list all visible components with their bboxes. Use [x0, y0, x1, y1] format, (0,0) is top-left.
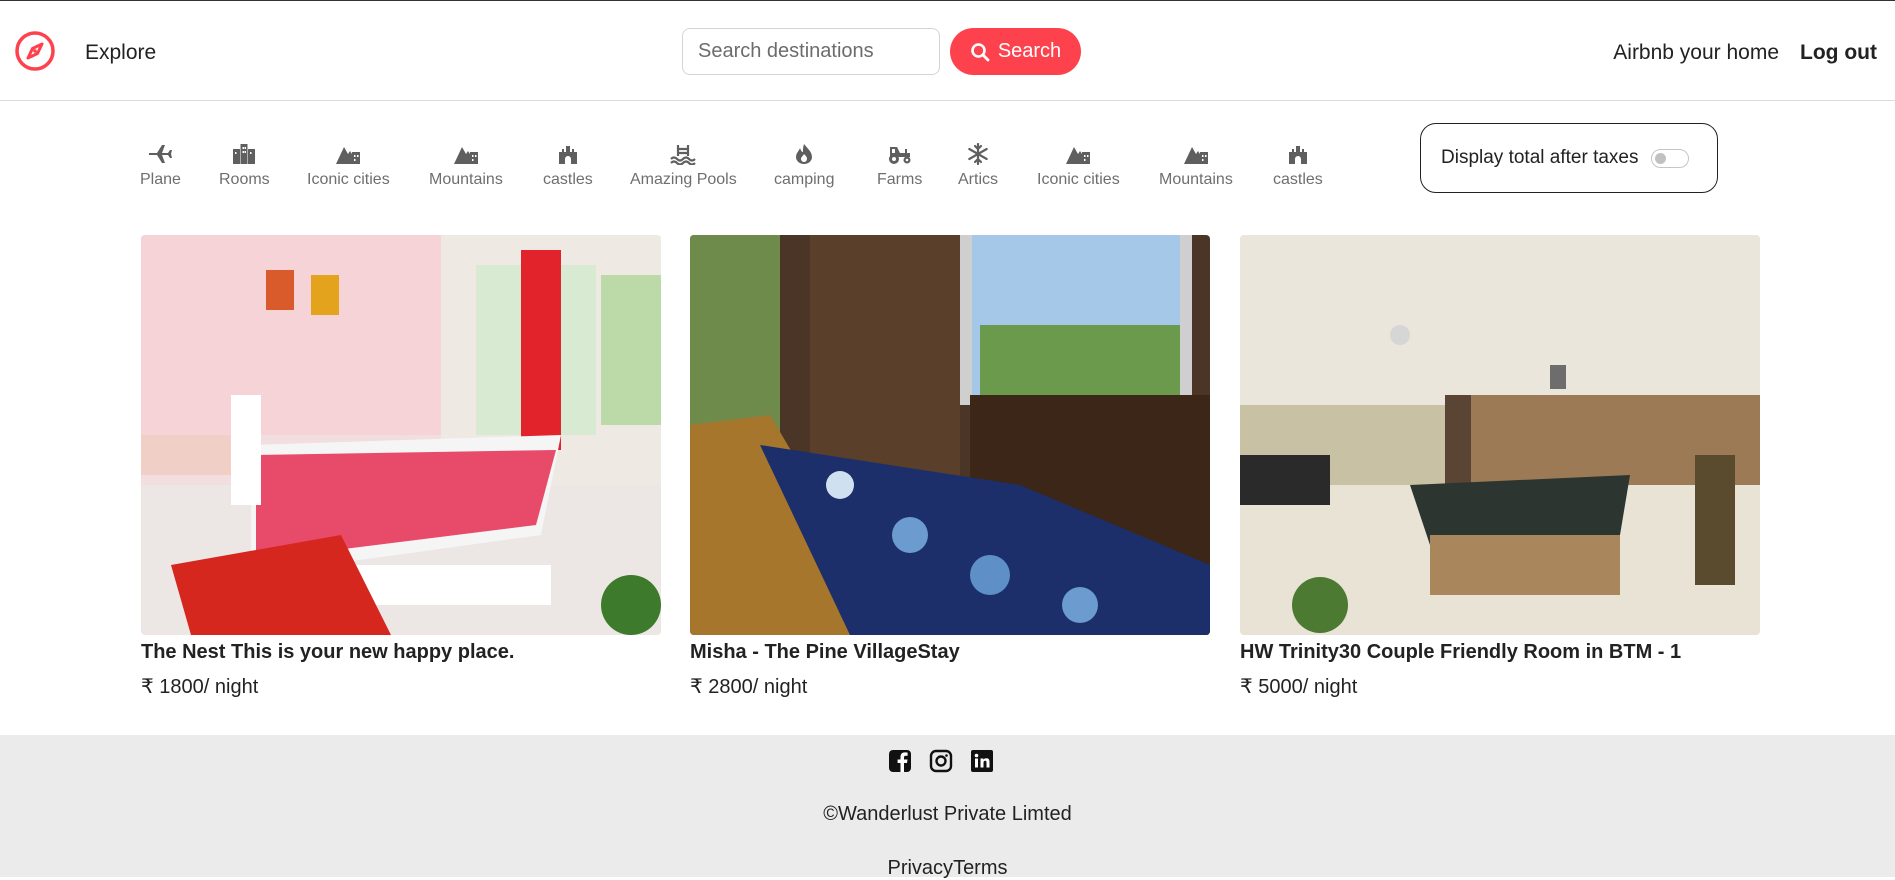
nav-explore-link[interactable]: Explore: [85, 41, 156, 65]
filter-plane[interactable]: Plane: [140, 143, 181, 189]
filter-iconic-cities[interactable]: Iconic cities: [307, 143, 390, 189]
listing-title: Misha - The Pine VillageStay: [690, 641, 960, 663]
switch-knob: [1655, 152, 1667, 164]
tax-toggle-switch[interactable]: [1651, 148, 1690, 168]
footer: ©Wanderlust Private Limted PrivacyTerms: [0, 735, 1895, 879]
listing-price: ₹ 1800/ night: [141, 676, 259, 698]
plane-icon: [149, 145, 173, 163]
logout-link[interactable]: Log out: [1800, 41, 1877, 65]
tractor-icon: [888, 147, 911, 164]
filter-rooms[interactable]: Rooms: [219, 143, 270, 189]
filter-camping[interactable]: camping: [774, 143, 834, 189]
filter-farms[interactable]: Farms: [877, 143, 922, 189]
search-button-label: Search: [997, 40, 1062, 62]
listing-image[interactable]: [141, 235, 661, 635]
nav-right-links: Airbnb your home Log out: [1613, 41, 1877, 65]
listing-card[interactable]: HW Trinity30 Couple Friendly Room in BTM…: [1240, 235, 1760, 699]
copyright-text: ©Wanderlust Private Limted: [823, 803, 1072, 825]
snowflake-icon: [968, 143, 988, 165]
social-links: [888, 749, 994, 773]
search-input[interactable]: [682, 28, 940, 75]
filter-artics[interactable]: Artics: [958, 143, 998, 189]
mountain-city-icon: [1183, 147, 1208, 164]
filter-mountains[interactable]: Mountains: [429, 143, 503, 189]
tax-toggle-label: Display total after taxes: [1441, 147, 1639, 168]
facebook-icon[interactable]: [888, 749, 912, 773]
filter-iconic-cities[interactable]: Iconic cities: [1037, 143, 1120, 189]
filter-amazing-pools[interactable]: Amazing Pools: [630, 143, 737, 189]
instagram-icon[interactable]: [929, 749, 953, 773]
listing-image[interactable]: [690, 235, 1210, 635]
mountain-city-icon: [1066, 147, 1091, 164]
filter-castles[interactable]: castles: [543, 143, 593, 189]
mountain-city-icon: [453, 147, 478, 164]
listing-title: HW Trinity30 Couple Friendly Room in BTM…: [1240, 641, 1682, 663]
privacy-link[interactable]: Privacy: [887, 857, 953, 879]
airbnb-your-home-link[interactable]: Airbnb your home: [1613, 41, 1779, 65]
building-icon: [233, 144, 256, 164]
filter-mountains[interactable]: Mountains: [1159, 143, 1233, 189]
compass-logo-icon[interactable]: [14, 30, 56, 72]
listing-title: The Nest This is your new happy place.: [141, 641, 515, 663]
campfire-icon: [796, 144, 813, 164]
search-button[interactable]: Search: [950, 28, 1081, 75]
mountain-city-icon: [336, 147, 361, 164]
terms-link[interactable]: Terms: [953, 857, 1007, 879]
listing-price: ₹ 2800/ night: [690, 676, 808, 698]
linkedin-icon[interactable]: [970, 749, 994, 773]
filter-castles[interactable]: castles: [1273, 143, 1323, 189]
listing-price: ₹ 5000/ night: [1240, 676, 1358, 698]
navbar: Explore Search Airbnb your home Log out: [0, 0, 1895, 101]
search-icon: [971, 42, 990, 61]
tax-toggle-box: Display total after taxes: [1420, 123, 1718, 193]
listing-card[interactable]: The Nest This is your new happy place. ₹…: [141, 235, 661, 699]
castle-icon: [558, 146, 577, 164]
listing-image[interactable]: [1240, 235, 1760, 635]
pool-icon: [670, 145, 697, 165]
listing-card[interactable]: Misha - The Pine VillageStay ₹ 2800/ nig…: [690, 235, 1210, 699]
castle-icon: [1288, 146, 1307, 164]
